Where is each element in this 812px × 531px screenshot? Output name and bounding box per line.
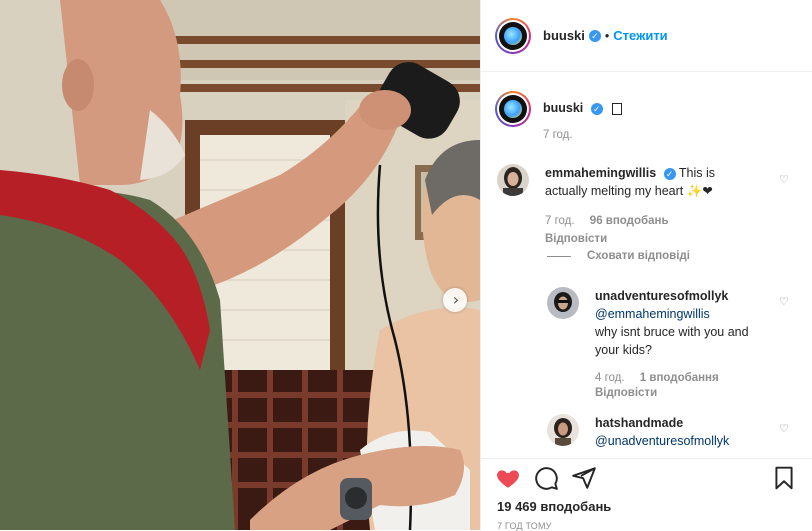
post-media[interactable]: › bbox=[0, 0, 480, 530]
comment-icon[interactable] bbox=[533, 465, 559, 491]
reply-username[interactable]: hatshandmade bbox=[595, 414, 765, 432]
caption-avatar[interactable] bbox=[495, 91, 531, 127]
verified-icon: ✓ bbox=[590, 102, 603, 115]
caption-username[interactable]: buuski bbox=[543, 101, 583, 115]
post-sidebar: buuski ✓ • Стежити buuski ✓ 7 год. emmah… bbox=[480, 0, 812, 531]
next-media-button[interactable]: › bbox=[443, 288, 467, 312]
reply-mention[interactable]: @emmahemingwillis bbox=[595, 305, 755, 323]
verified-icon: ✓ bbox=[663, 167, 676, 180]
post-photo bbox=[0, 0, 480, 530]
caption-emoji-icon bbox=[612, 102, 623, 115]
follow-button[interactable]: Стежити bbox=[613, 28, 667, 43]
replier-avatar[interactable] bbox=[547, 414, 579, 446]
reply-mention[interactable]: @unadventuresofmollyk bbox=[595, 432, 765, 450]
like-comment-icon[interactable]: ♡ bbox=[779, 295, 789, 308]
post-caption: buuski ✓ 7 год. bbox=[495, 91, 623, 141]
caption-time[interactable]: 7 год. bbox=[543, 129, 622, 141]
reply-button[interactable]: Відповісти bbox=[595, 387, 657, 399]
like-comment-icon[interactable]: ♡ bbox=[779, 173, 789, 186]
likes-count[interactable]: 19 469 вподобань bbox=[497, 499, 611, 514]
hide-replies-label: Сховати відповіді bbox=[587, 250, 690, 262]
comment-time[interactable]: 7 год. bbox=[545, 215, 575, 227]
reply-item: unadventuresofmollyk @emmahemingwillis w… bbox=[547, 287, 787, 401]
header-separator: • bbox=[604, 28, 610, 43]
bookmark-icon[interactable] bbox=[771, 465, 797, 491]
reply-text: why isnt bruce with you and your kids? bbox=[595, 325, 749, 357]
reply-likes[interactable]: 1 вподобання bbox=[640, 372, 719, 384]
author-username[interactable]: buuski bbox=[543, 28, 585, 43]
commenter-avatar[interactable] bbox=[497, 164, 529, 196]
hide-replies-button[interactable]: Сховати відповіді bbox=[547, 250, 690, 262]
post-header: buuski ✓ • Стежити bbox=[481, 0, 812, 72]
share-icon[interactable] bbox=[571, 465, 597, 491]
replier-avatar[interactable] bbox=[547, 287, 579, 319]
post-actions: 19 469 вподобань 7 ГОД ТОМУ bbox=[481, 458, 812, 531]
comment-likes[interactable]: 96 вподобань bbox=[590, 215, 669, 227]
divider-line bbox=[547, 255, 571, 257]
comment-username[interactable]: emmahemingwillis bbox=[545, 166, 656, 180]
chevron-right-icon: › bbox=[452, 290, 460, 309]
like-comment-icon[interactable]: ♡ bbox=[779, 422, 789, 435]
reply-button[interactable]: Відповісти bbox=[545, 233, 607, 245]
comment-item: emmahemingwillis ✓ This is actually melt… bbox=[497, 164, 797, 248]
reply-username[interactable]: unadventuresofmollyk bbox=[595, 287, 755, 305]
heart-filled-icon[interactable] bbox=[495, 465, 521, 491]
author-avatar[interactable] bbox=[495, 17, 531, 54]
post-modal: › buuski ✓ • Стежити buuski ✓ 7 год. emm… bbox=[0, 0, 812, 531]
comments-list[interactable]: buuski ✓ 7 год. emmahemingwillis ✓ This … bbox=[481, 73, 812, 458]
verified-icon: ✓ bbox=[588, 29, 601, 42]
reply-item: hatshandmade @unadventuresofmollyk bbox=[547, 414, 787, 450]
reply-time[interactable]: 4 год. bbox=[595, 372, 625, 384]
